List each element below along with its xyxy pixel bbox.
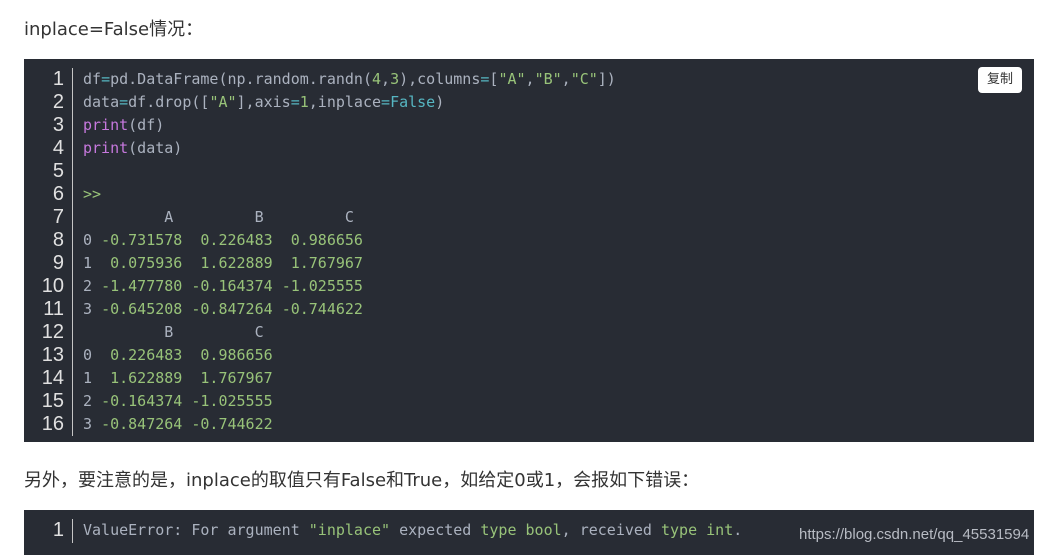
line-number-gutter: 1	[24, 519, 73, 543]
line-number: 5	[52, 160, 64, 182]
code-line: 2 -1.477780 -0.164374 -1.025555	[83, 277, 363, 295]
code-line: print(data)	[83, 139, 183, 157]
line-number: 2	[52, 91, 64, 113]
line-number-gutter: 1 2 3 4 5 6 7 8 9 10 11 12 13 14 15 16	[24, 68, 73, 436]
line-number: 6	[52, 183, 64, 205]
code-block: 1 2 3 4 5 6 7 8 9 10 11 12 13 14 15 16 df=pd.DataFrame(…	[24, 59, 1034, 442]
watermark: https://blog.csdn.net/qq_45531594	[799, 526, 1030, 543]
line-number: 11	[43, 298, 64, 320]
code-line: data=df.drop(["A"],axis=1,inplace=False)	[83, 93, 445, 111]
line-number: 14	[41, 367, 64, 389]
code-lines: df=pd.DataFrame(np.random.randn(4,3),col…	[83, 68, 616, 436]
line-number: 8	[52, 229, 64, 251]
line-number: 3	[52, 114, 64, 136]
line-number: 7	[52, 206, 64, 228]
copy-button[interactable]: 复制	[977, 67, 1022, 93]
code-line: 1 0.075936 1.622889 1.767967	[83, 254, 363, 272]
code-line: A B C	[83, 208, 354, 226]
line-number: 10	[41, 275, 64, 297]
code-line: B C	[83, 323, 264, 341]
code-line: 0 -0.731578 0.226483 0.986656	[83, 231, 363, 249]
code-line: ValueError: For argument "inplace" expec…	[83, 521, 743, 539]
code-lines: ValueError: For argument "inplace" expec…	[83, 519, 742, 542]
explanation-text: 另外，要注意的是，inplace的取值只有False和True，如给定0或1，会…	[24, 470, 700, 491]
line-number: 15	[41, 390, 64, 412]
line-number: 9	[52, 252, 64, 274]
code-line: 3 -0.847264 -0.744622	[83, 415, 273, 433]
code-line: 3 -0.645208 -0.847264 -0.744622	[83, 300, 363, 318]
intro-text: inplace=False情况：	[24, 19, 204, 40]
code-line: print(df)	[83, 116, 165, 134]
line-number: 16	[41, 413, 64, 435]
code-line: 1 1.622889 1.767967	[83, 369, 273, 387]
line-number: 13	[41, 344, 64, 366]
code-line: 2 -0.164374 -1.025555	[83, 392, 273, 410]
line-number: 12	[41, 321, 64, 343]
line-number: 1	[52, 519, 64, 541]
code-line: df=pd.DataFrame(np.random.randn(4,3),col…	[83, 70, 616, 88]
line-number: 4	[52, 137, 64, 159]
line-number: 1	[52, 68, 64, 90]
code-line: 0 0.226483 0.986656	[83, 346, 273, 364]
code-line: >>	[83, 185, 102, 203]
